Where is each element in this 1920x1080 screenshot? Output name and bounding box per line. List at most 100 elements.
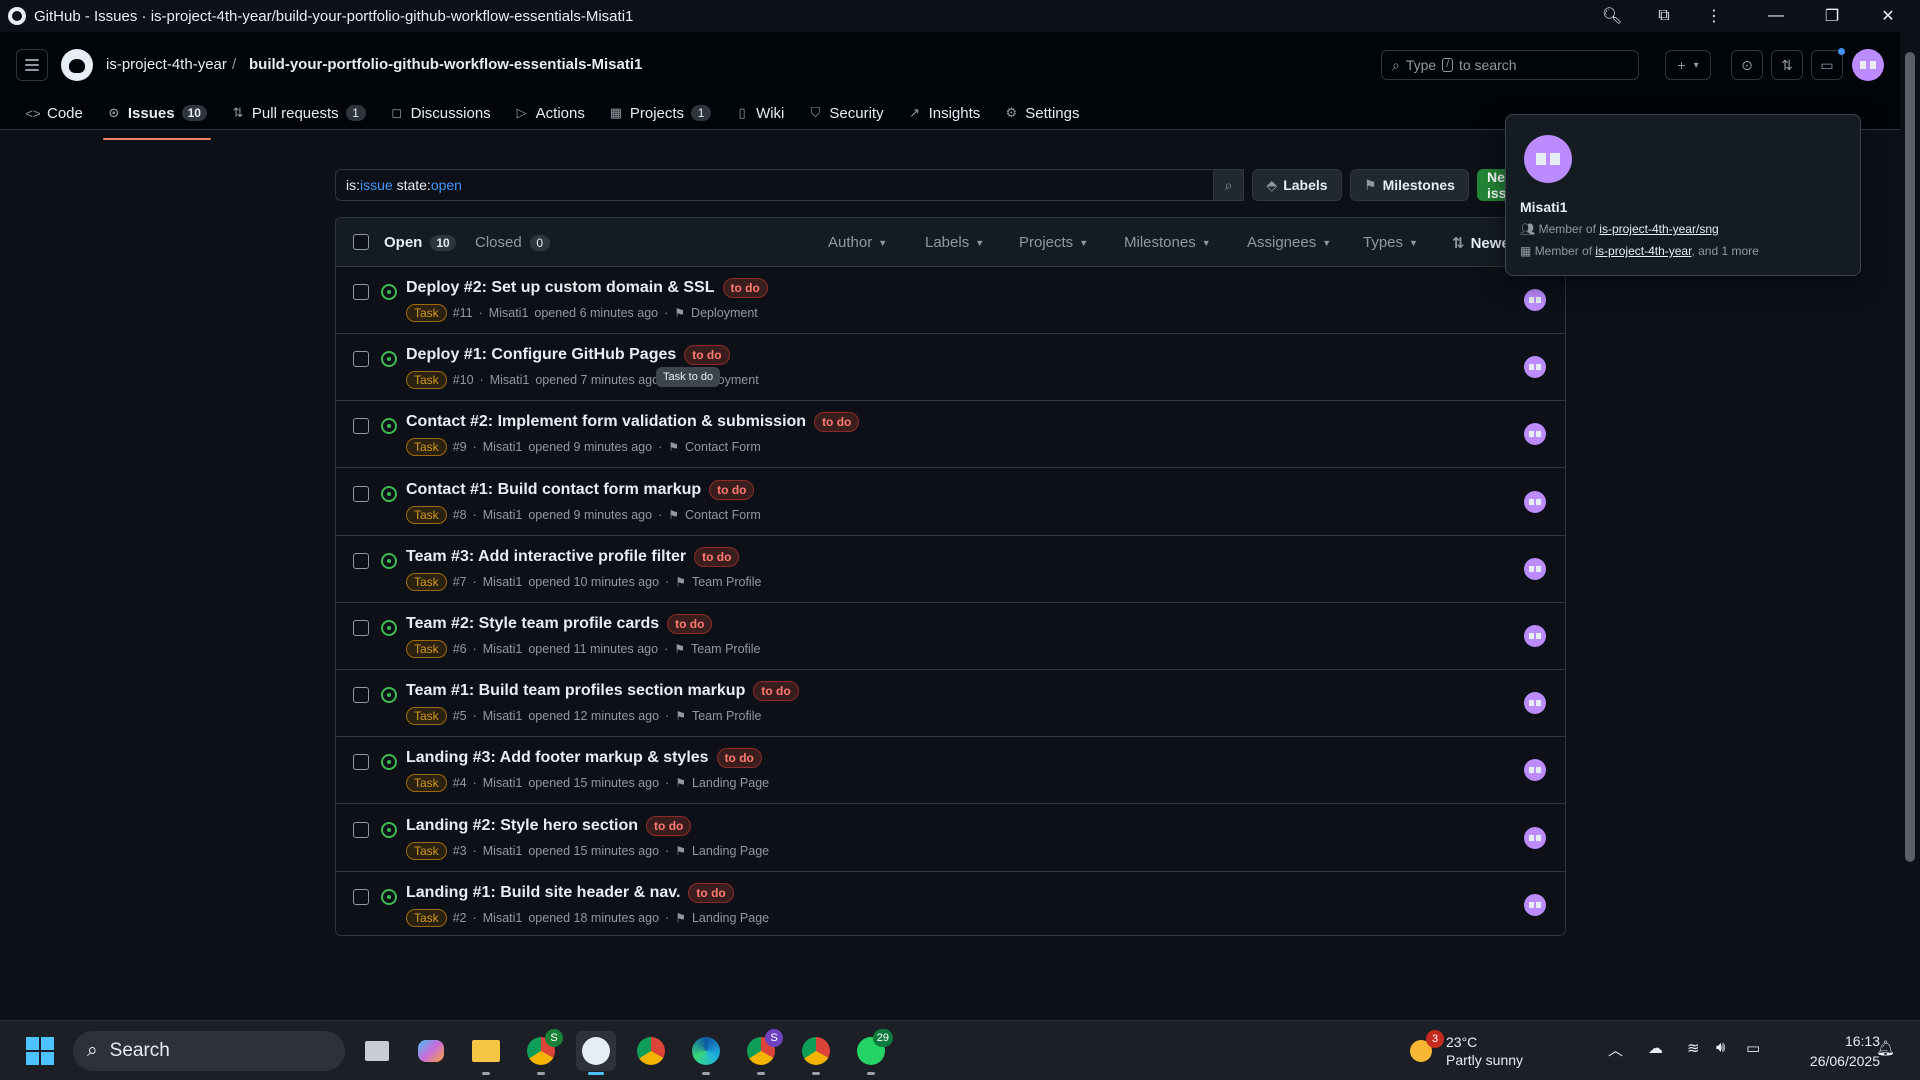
issue-milestone[interactable]: Team Profile bbox=[692, 575, 761, 589]
labels-filter[interactable]: Labels ▼ bbox=[925, 234, 984, 251]
tab-security[interactable]: ⛉ Security bbox=[798, 98, 893, 128]
issue-checkbox[interactable] bbox=[353, 620, 369, 636]
issue-filter-input[interactable]: is: issue state: open bbox=[335, 169, 1244, 201]
issue-title-link[interactable]: Team #3: Add interactive profile filter bbox=[406, 548, 686, 566]
system-clock[interactable]: 16:13 26/06/2025 bbox=[1786, 1031, 1880, 1071]
assignee-avatar[interactable] bbox=[1524, 625, 1546, 647]
chrome-profile-3-icon[interactable] bbox=[796, 1031, 836, 1075]
issue-type-badge[interactable]: Task bbox=[406, 505, 447, 524]
zoom-icon[interactable]: 🔍︎ bbox=[1584, 0, 1640, 32]
global-search-input[interactable]: ⌕ Type / to search bbox=[1381, 50, 1639, 80]
issue-row[interactable]: Landing #3: Add footer markup & styles to… bbox=[336, 737, 1565, 805]
task-view-icon[interactable] bbox=[357, 1031, 397, 1071]
inbox-button[interactable]: ▭ bbox=[1811, 48, 1845, 80]
issue-type-badge[interactable]: Task bbox=[406, 371, 447, 390]
issue-checkbox[interactable] bbox=[353, 687, 369, 704]
assignee-avatar[interactable] bbox=[1524, 557, 1546, 580]
chrome-active-icon[interactable] bbox=[576, 1031, 616, 1075]
minimize-button[interactable]: — bbox=[1748, 0, 1804, 32]
label-todo-badge[interactable]: to do bbox=[716, 748, 762, 769]
weather-widget[interactable]: 3 23°C Partly sunny bbox=[1408, 1030, 1523, 1071]
chrome-icon[interactable] bbox=[631, 1031, 671, 1071]
tab-actions[interactable]: ▷ Actions bbox=[505, 98, 595, 128]
issue-author[interactable]: Misati1 bbox=[483, 508, 523, 522]
issue-checkbox[interactable] bbox=[353, 754, 369, 771]
onedrive-cloud-icon[interactable]: ☁ bbox=[1648, 1039, 1663, 1057]
issue-type-badge[interactable]: Task bbox=[406, 707, 447, 726]
filter-search-button[interactable]: ⌕ bbox=[1213, 169, 1244, 201]
chevron-up-icon[interactable]: ︿ bbox=[1608, 1039, 1623, 1060]
projects-filter[interactable]: Projects ▼ bbox=[1019, 234, 1088, 251]
issue-row[interactable]: Contact #1: Build contact form markup to … bbox=[336, 469, 1565, 536]
tab-insights[interactable]: ↗ Insights bbox=[898, 98, 991, 128]
windows-start-icon[interactable] bbox=[20, 1031, 60, 1071]
issue-title-link[interactable]: Deploy #1: Configure GitHub Pages bbox=[406, 346, 676, 364]
hovercard-team-link[interactable]: is-project-4th-year/sng bbox=[1599, 222, 1718, 236]
file-explorer-icon[interactable] bbox=[466, 1031, 506, 1075]
issue-checkbox[interactable] bbox=[353, 552, 369, 569]
issue-milestone[interactable]: Team Profile bbox=[691, 642, 760, 656]
issue-milestone[interactable]: Contact Form bbox=[685, 440, 761, 454]
restore-button[interactable]: ❐ bbox=[1804, 0, 1860, 32]
copilot-icon[interactable] bbox=[411, 1031, 451, 1071]
github-logo-icon[interactable] bbox=[61, 49, 93, 81]
pull-requests-shortcut-button[interactable]: ⇅ bbox=[1771, 50, 1803, 80]
label-todo-badge[interactable]: to do bbox=[688, 882, 734, 903]
issue-type-badge[interactable]: Task bbox=[406, 908, 447, 927]
issue-row[interactable]: Landing #2: Style hero section to do Task #… bbox=[336, 805, 1565, 872]
issue-title-link[interactable]: Landing #1: Build site header & nav. bbox=[406, 884, 680, 902]
battery-icon[interactable]: ▭ bbox=[1746, 1039, 1760, 1057]
tab-settings[interactable]: ⚙ Settings bbox=[994, 98, 1089, 128]
issue-row[interactable]: Team #2: Style team profile cards to do Ta… bbox=[336, 603, 1565, 670]
hamburger-menu-button[interactable] bbox=[16, 49, 48, 81]
issue-title-link[interactable]: Contact #1: Build contact form markup bbox=[406, 481, 701, 499]
tab-closed[interactable]: Closed 0 bbox=[475, 234, 550, 251]
breadcrumb-owner[interactable]: is-project-4th-year bbox=[106, 56, 227, 73]
issue-row[interactable]: Landing #1: Build site header & nav. to d… bbox=[336, 872, 1565, 939]
issue-checkbox[interactable] bbox=[353, 821, 369, 838]
issue-milestone[interactable]: Landing Page bbox=[692, 776, 769, 790]
issue-checkbox[interactable] bbox=[353, 351, 369, 368]
issue-row[interactable]: Deploy #2: Set up custom domain & SSL to … bbox=[336, 267, 1565, 334]
issue-author[interactable]: Misati1 bbox=[489, 306, 529, 320]
label-todo-badge[interactable]: to do bbox=[646, 815, 692, 836]
issue-type-badge[interactable]: Task bbox=[406, 438, 447, 457]
hovercard-avatar[interactable] bbox=[1524, 135, 1572, 183]
breadcrumb-repo[interactable]: build-your-portfolio-github-workflow-ess… bbox=[249, 56, 642, 73]
issue-checkbox[interactable] bbox=[353, 284, 369, 300]
tab-discussions[interactable]: ◻ Discussions bbox=[380, 98, 501, 128]
assignee-avatar[interactable] bbox=[1524, 759, 1546, 782]
issue-author[interactable]: Misati1 bbox=[483, 709, 523, 723]
types-filter[interactable]: Types ▼ bbox=[1363, 234, 1418, 251]
issue-milestone[interactable]: Deployment bbox=[691, 306, 758, 320]
assignee-avatar[interactable] bbox=[1524, 423, 1546, 446]
tab-pull-requests[interactable]: ⇅ Pull requests 1 bbox=[221, 98, 376, 128]
label-todo-badge[interactable]: to do bbox=[694, 546, 740, 567]
hovercard-org-link[interactable]: is-project-4th-year bbox=[1595, 244, 1691, 258]
assignee-avatar[interactable] bbox=[1524, 893, 1546, 916]
issue-author[interactable]: Misati1 bbox=[483, 776, 523, 790]
author-filter[interactable]: Author ▼ bbox=[828, 234, 887, 251]
label-todo-badge[interactable]: to do bbox=[814, 412, 860, 433]
issue-checkbox[interactable] bbox=[353, 888, 369, 905]
label-todo-badge[interactable]: to do bbox=[667, 614, 713, 634]
assignee-avatar[interactable] bbox=[1524, 356, 1546, 379]
issue-title-link[interactable]: Landing #3: Add footer markup & styles bbox=[406, 749, 709, 767]
milestones-filter[interactable]: Milestones ▼ bbox=[1124, 234, 1211, 251]
scrollbar-thumb[interactable] bbox=[1905, 52, 1915, 862]
select-all-checkbox[interactable] bbox=[353, 234, 369, 250]
issue-author[interactable]: Misati1 bbox=[483, 575, 523, 589]
create-new-button[interactable]: + ▾ bbox=[1665, 50, 1711, 80]
issue-author[interactable]: Misati1 bbox=[483, 642, 523, 656]
assignee-avatar[interactable] bbox=[1524, 289, 1546, 311]
whatsapp-icon[interactable]: 29 bbox=[851, 1029, 893, 1075]
issue-checkbox[interactable] bbox=[353, 418, 369, 435]
tab-code[interactable]: <> Code bbox=[16, 98, 93, 128]
tab-projects[interactable]: ▦ Projects 1 bbox=[599, 98, 721, 128]
user-avatar[interactable] bbox=[1852, 49, 1884, 81]
issue-author[interactable]: Misati1 bbox=[483, 844, 523, 858]
edge-icon[interactable] bbox=[686, 1031, 726, 1075]
issue-checkbox[interactable] bbox=[353, 485, 369, 502]
label-todo-badge[interactable]: to do bbox=[722, 278, 768, 298]
issues-shortcut-button[interactable]: ⊙ bbox=[1731, 50, 1763, 80]
